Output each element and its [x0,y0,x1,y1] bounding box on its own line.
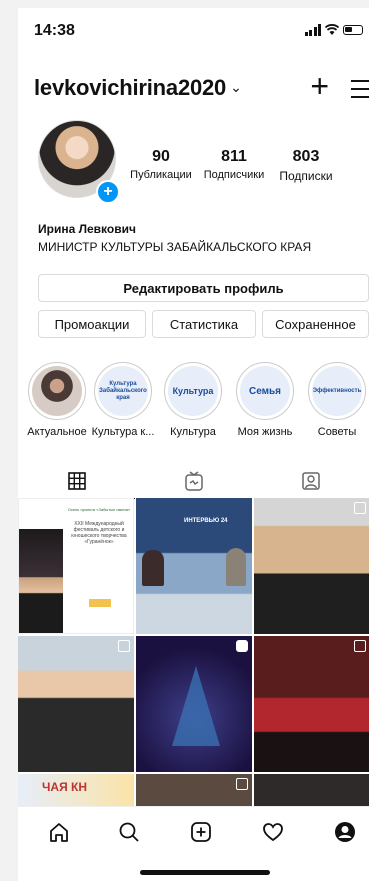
home-indicator[interactable] [140,870,270,875]
highlight-tips[interactable]: Эффективность Советы [304,362,369,438]
posts-count-number: 90 [152,148,170,165]
igtv-badge-icon [236,640,248,652]
battery-icon [343,25,363,35]
highlight-label: Советы [317,426,357,438]
highlight-label: Актуальное [27,426,87,438]
profile-tabs [18,464,369,499]
highlight-cover: Культура Забайкальского края [94,362,152,420]
new-post-icon[interactable] [188,819,214,845]
tagged-icon [301,472,320,490]
highlight-my-life[interactable]: Семья Моя жизнь [232,362,298,438]
posts-count-label: Публикации [130,169,192,181]
status-icons [304,24,363,36]
heart-icon[interactable] [260,819,286,845]
menu-icon[interactable] [351,80,369,104]
igtv-icon [184,471,203,491]
post-thumbnail[interactable] [136,774,252,806]
post-poster-title: XXII Международный фестиваль детского и … [71,521,127,545]
profile-bio: МИНИСТР КУЛЬТУРЫ ЗАБАЙКАЛЬСКОГО КРАЯ [38,240,312,254]
highlight-cover-text: Культура Забайкальского края [98,366,148,416]
highlight-cover: Семья [236,362,294,420]
followers-count[interactable]: 811 Подписчики [198,148,270,181]
bottom-tab-bar [18,806,369,857]
chevron-down-icon: ⌄ [230,79,242,95]
post-thumbnail[interactable] [254,498,369,634]
multiple-photos-icon [118,640,130,652]
post-thumbnail[interactable]: ИНТЕРВЬЮ 24 [136,498,252,634]
post-thumbnail[interactable]: Осень проекта «Забытые имена» XXII Между… [18,498,134,634]
multiple-photos-icon [354,640,366,652]
signal-icon [304,24,321,36]
home-icon[interactable] [46,819,72,845]
highlight-photo [32,366,82,416]
status-time: 14:38 [34,22,75,39]
post-person [226,548,246,586]
multiple-photos-icon [236,778,248,790]
edit-profile-button[interactable]: Редактировать профиль [38,274,369,302]
following-count-label: Подписки [279,169,333,183]
highlight-cover: Культура [164,362,222,420]
profile-icon[interactable] [332,819,358,845]
multiple-photos-icon [354,502,366,514]
highlight-culture-region[interactable]: Культура Забайкальского края Культура к.… [90,362,156,438]
post-thumbnail[interactable] [254,774,369,806]
post-thumbnail[interactable] [254,636,369,772]
username-switcher[interactable]: levkovichirina2020 ⌄ [34,75,242,101]
posts-count[interactable]: 90 Публикации [126,148,196,181]
insights-button[interactable]: Статистика [152,310,256,338]
grid-icon [67,472,86,490]
highlight-label: Культура [170,426,216,438]
saved-button[interactable]: Сохраненное [262,310,369,338]
poster-logo [89,599,111,607]
status-bar: 14:38 [18,8,369,52]
post-poster-head: Осень проекта «Забытые имена» [67,507,131,512]
wifi-icon [325,24,339,35]
profile-name: Ирина Левкович [38,222,136,236]
profile-header: levkovichirina2020 ⌄ + [18,68,369,108]
search-icon[interactable] [116,819,142,845]
post-thumbnail[interactable] [18,636,134,772]
highlight-culture[interactable]: Культура Культура [160,362,226,438]
highlight-cover [28,362,86,420]
followers-count-label: Подписчики [203,169,265,181]
highlight-cover-text: Культура [168,366,218,416]
add-story-icon[interactable]: + [96,180,120,204]
followers-count-number: 811 [221,148,247,165]
highlight-cover: Эффективность [308,362,366,420]
post-person [142,550,164,586]
following-count[interactable]: 803 Подписки [270,148,342,183]
highlight-cover-text: Семья [240,366,290,416]
highlight-actual[interactable]: Актуальное [24,362,90,438]
highlight-label: Культура к... [91,426,155,438]
post-thumbnail[interactable]: ЧАЯ КН [18,774,134,806]
username: levkovichirina2020 [34,75,227,100]
christmas-tree [172,666,220,746]
tab-igtv[interactable] [135,464,252,498]
phone-screen: 14:38 levkovichirina2020 ⌄ + + 90 Публика… [18,8,369,881]
post-photo [19,529,63,633]
create-post-icon[interactable]: + [310,70,329,102]
highlight-cover-text: Эффективность [312,366,362,416]
tab-tagged[interactable] [252,464,369,498]
promotions-button[interactable]: Промоакции [38,310,146,338]
post-thumbnail[interactable] [136,636,252,772]
following-count-number: 803 [292,148,320,165]
post-banner-text: ЧАЯ КН [42,780,88,794]
tab-grid[interactable] [18,464,135,499]
highlight-label: Моя жизнь [237,426,293,438]
post-tv-logo: ИНТЕРВЬЮ 24 [184,518,228,524]
